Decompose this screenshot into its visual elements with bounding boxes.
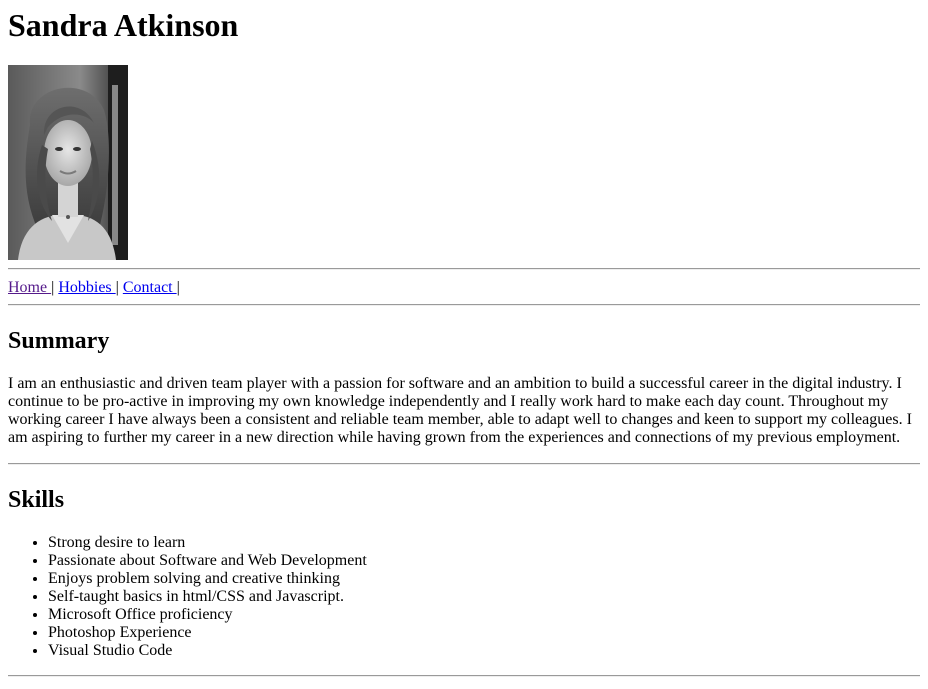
list-item: Microsoft Office proficiency: [48, 606, 920, 624]
nav-link-contact[interactable]: Contact: [123, 279, 177, 296]
nav-link-home[interactable]: Home: [8, 279, 51, 296]
divider: [8, 675, 920, 677]
nav-separator: |: [51, 279, 55, 296]
divider: [8, 268, 920, 270]
skills-heading: Skills: [8, 487, 65, 513]
list-item: Passionate about Software and Web Develo…: [48, 552, 920, 570]
page: Sandra Atkinson Home | Hobbies | Contact…: [0, 0, 928, 677]
list-item: Self-taught basics in html/CSS and Javas…: [48, 588, 920, 606]
page-title: Sandra Atkinson: [8, 7, 239, 43]
divider: [8, 463, 920, 465]
list-item: Photoshop Experience: [48, 624, 920, 642]
divider: [8, 304, 920, 306]
nav-link-hobbies[interactable]: Hobbies: [58, 279, 115, 296]
nav-separator: |: [115, 279, 119, 296]
skills-list: Strong desire to learn Passionate about …: [8, 534, 920, 660]
nav-separator: |: [176, 279, 180, 296]
list-item: Enjoys problem solving and creative thin…: [48, 570, 920, 588]
summary-heading: Summary: [8, 328, 110, 354]
summary-text: I am an enthusiastic and driven team pla…: [8, 375, 912, 446]
list-item: Visual Studio Code: [48, 642, 920, 660]
profile-photo: [8, 65, 128, 260]
list-item: Strong desire to learn: [48, 534, 920, 552]
nav-bar: Home | Hobbies | Contact |: [8, 278, 920, 297]
